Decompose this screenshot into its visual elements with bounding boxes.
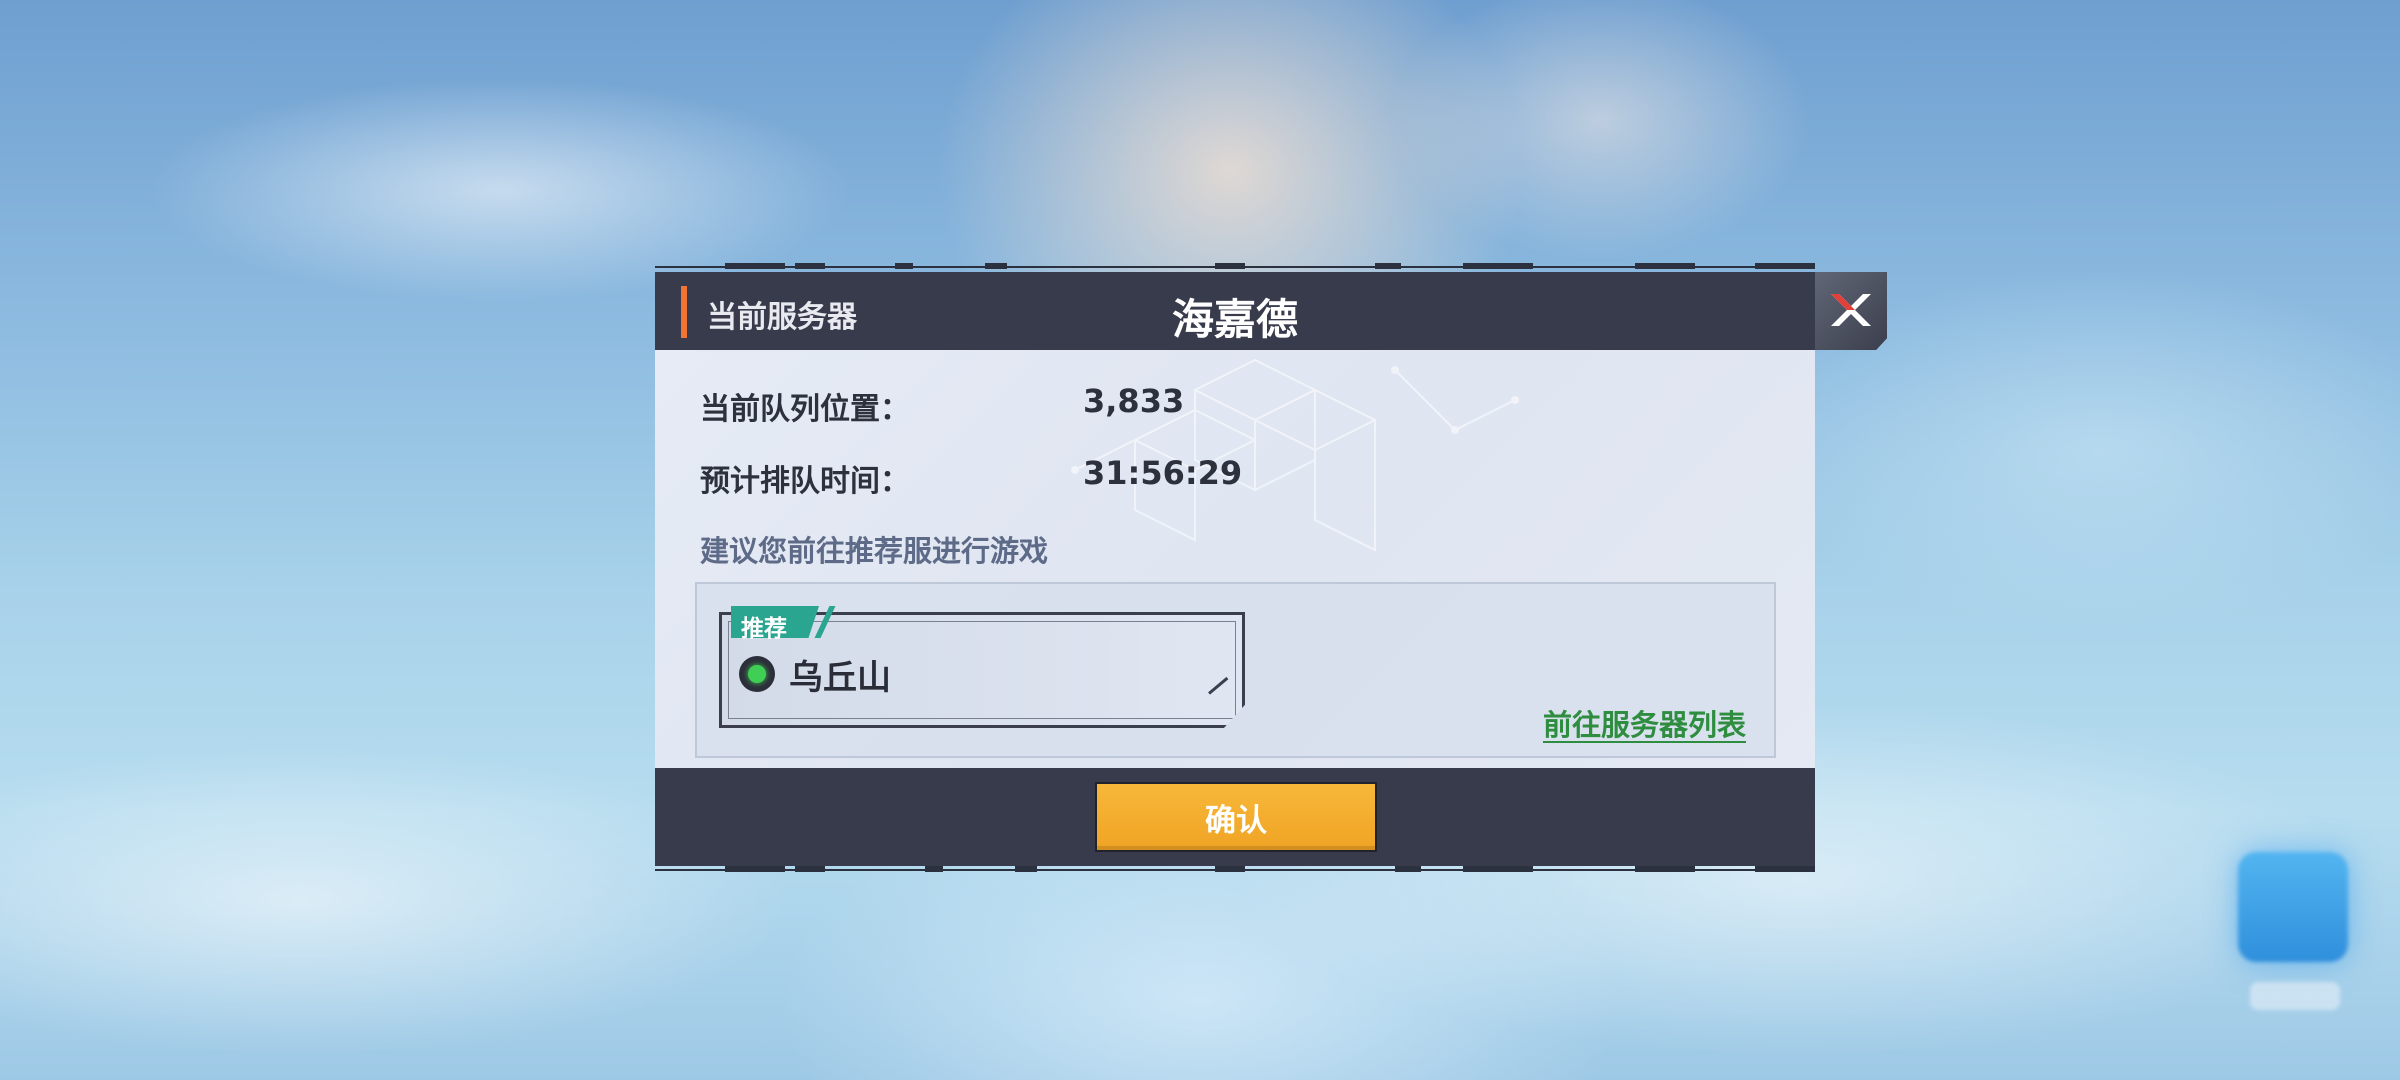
dialog-bottom-decoration bbox=[655, 865, 1815, 875]
suggestion-text: 建议您前往推荐服进行游戏 bbox=[700, 534, 1049, 568]
server-list-link[interactable]: 前往服务器列表 bbox=[1543, 702, 1746, 744]
dialog-footer: 确认 bbox=[655, 768, 1815, 866]
close-button[interactable] bbox=[1815, 272, 1887, 350]
dialog-header: 当前服务器 海嘉德 bbox=[655, 272, 1815, 350]
side-widget-label bbox=[2250, 982, 2340, 1010]
queue-dialog: 当前服务器 海嘉德 当前队列位置： 3,833 预计排队时间： 31:56:29… bbox=[655, 262, 1887, 875]
dialog-body: 当前队列位置： 3,833 预计排队时间： 31:56:29 建议您前往推荐服进… bbox=[655, 350, 1815, 768]
confirm-button[interactable]: 确认 bbox=[1095, 782, 1377, 852]
recommended-server-name: 乌丘山 bbox=[789, 658, 891, 698]
close-x-icon bbox=[1831, 294, 1871, 326]
wait-time-label: 预计排队时间： bbox=[700, 464, 910, 499]
dialog-top-decoration bbox=[655, 262, 1815, 272]
server-name-title: 海嘉德 bbox=[1171, 295, 1298, 344]
side-widget-icon[interactable] bbox=[2238, 852, 2348, 962]
recommended-server-panel: 推荐 乌丘山 前往服务器列表 bbox=[695, 582, 1776, 758]
recommended-tag-label: 推荐 bbox=[741, 616, 787, 642]
wait-time-value: 31:56:29 bbox=[1083, 454, 1243, 492]
queue-position-label: 当前队列位置： bbox=[700, 392, 910, 427]
queue-position-value: 3,833 bbox=[1083, 382, 1185, 420]
online-status-icon bbox=[739, 656, 775, 692]
